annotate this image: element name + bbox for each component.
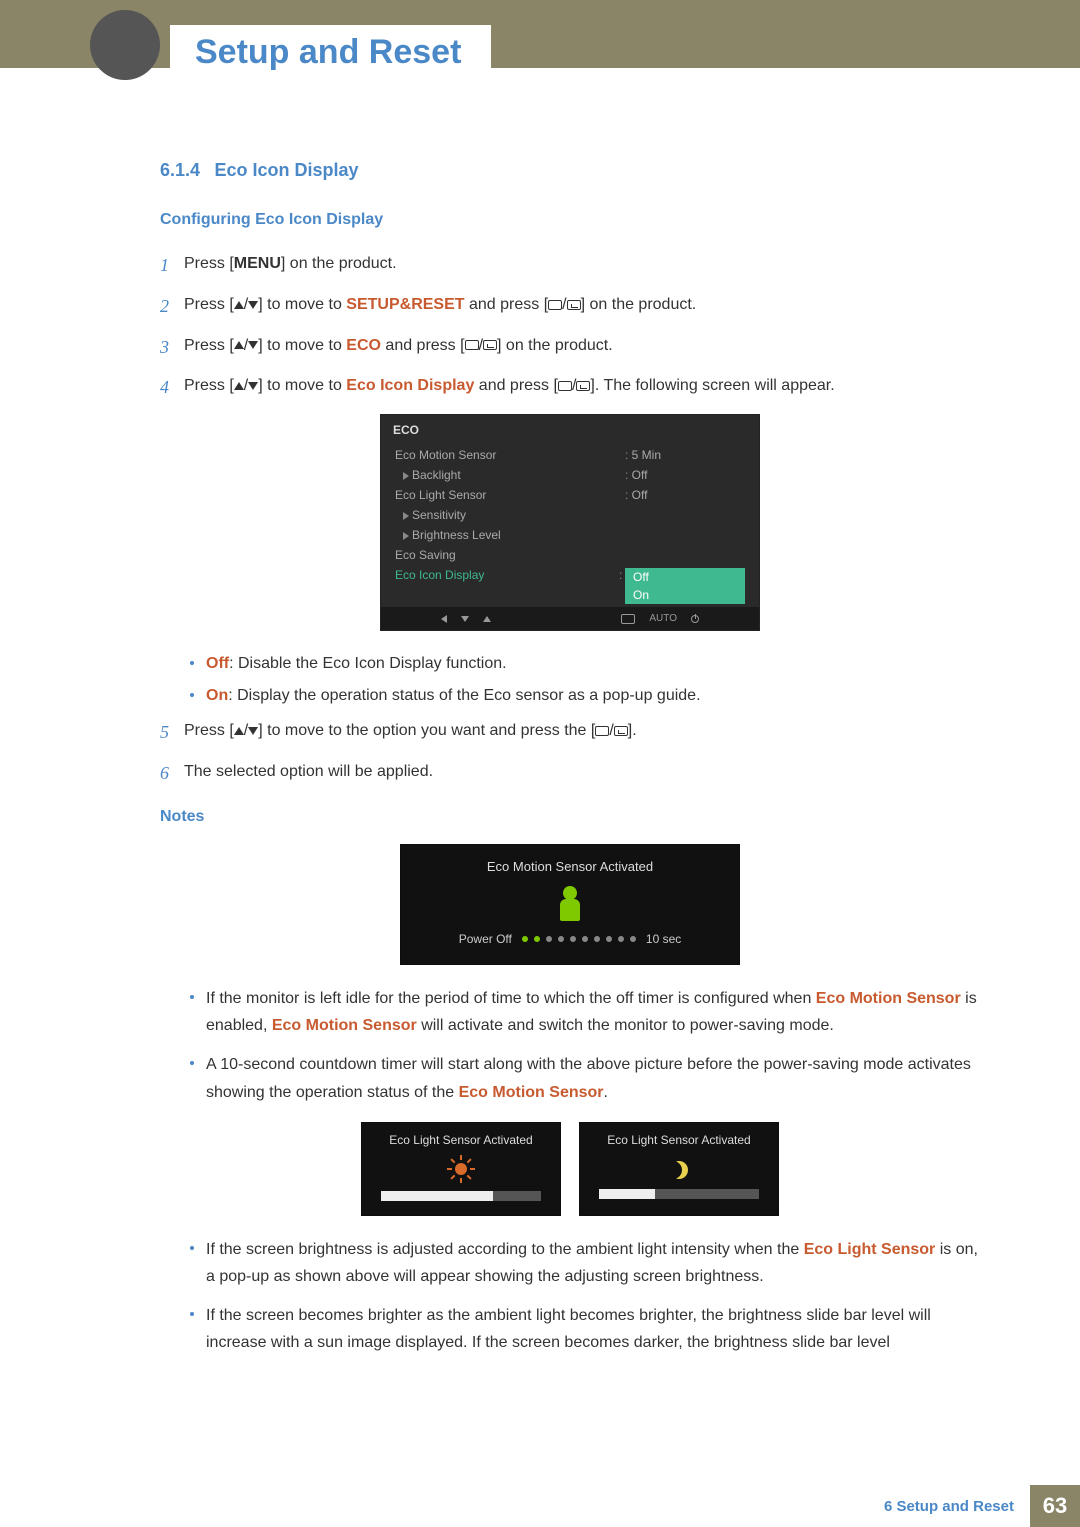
brightness-bar xyxy=(381,1191,541,1201)
left-icon xyxy=(441,615,447,623)
section-number: 6.1.4 xyxy=(160,160,200,180)
step-number: 4 xyxy=(160,373,184,402)
subheading: Configuring Eco Icon Display xyxy=(160,211,980,229)
osd-row-eco-saving: Eco Saving xyxy=(381,545,759,565)
step-2: 2 Press [/] to move to SETUP&RESET and p… xyxy=(160,292,980,321)
option-off: Off: Disable the Eco Icon Display functi… xyxy=(186,651,980,677)
step-number: 2 xyxy=(160,292,184,321)
light-popup-sun: Eco Light Sensor Activated xyxy=(361,1122,561,1216)
motion-popup: Eco Motion Sensor Activated Power Off 10… xyxy=(400,844,740,965)
osd-row-brightness: Brightness Level xyxy=(381,525,759,545)
step-3: 3 Press [/] to move to ECO and press [/]… xyxy=(160,333,980,362)
header: Setup and Reset xyxy=(0,0,1080,80)
source-enter-icon: / xyxy=(465,333,497,359)
moon-icon xyxy=(670,1161,688,1179)
step-number: 6 xyxy=(160,759,184,788)
osd-row-sensitivity: Sensitivity xyxy=(381,505,759,525)
note-bullet: If the screen brightness is adjusted acc… xyxy=(186,1236,980,1290)
option-list: Off: Disable the Eco Icon Display functi… xyxy=(186,651,980,708)
submenu-arrow-icon xyxy=(403,532,409,540)
page: Setup and Reset 6.1.4 Eco Icon Display C… xyxy=(0,0,1080,1527)
step-number: 3 xyxy=(160,333,184,362)
step-text: Press [/] to move to Eco Icon Display an… xyxy=(184,373,835,402)
steps-list-cont: 5 Press [/] to move to the option you wa… xyxy=(160,718,980,788)
notes-list-1: If the monitor is left idle for the peri… xyxy=(186,985,980,1106)
osd-dropdown: Off On xyxy=(625,568,745,604)
chapter-circle-icon xyxy=(90,10,160,80)
notes-heading: Notes xyxy=(160,808,980,826)
step-text: The selected option will be applied. xyxy=(184,759,433,788)
header-title: Setup and Reset xyxy=(170,25,491,80)
note-bullet: If the monitor is left idle for the peri… xyxy=(186,985,980,1039)
osd-row-eco-motion: Eco Motion Sensor5 Min xyxy=(381,445,759,465)
step-1: 1 Press [MENU] on the product. xyxy=(160,251,980,280)
footer-page-number: 63 xyxy=(1030,1485,1080,1527)
osd-row-backlight: BacklightOff xyxy=(381,465,759,485)
osd-option-off: Off xyxy=(625,568,745,586)
step-text: Press [/] to move to ECO and press [/] o… xyxy=(184,333,613,362)
note-bullet: A 10-second countdown timer will start a… xyxy=(186,1051,980,1105)
source-enter-icon: / xyxy=(595,718,627,744)
menu-key: MENU xyxy=(234,255,281,272)
footer-chapter: 6 Setup and Reset xyxy=(884,1498,1030,1515)
osd-row-eco-light: Eco Light SensorOff xyxy=(381,485,759,505)
submenu-arrow-icon xyxy=(403,512,409,520)
up-down-icon: / xyxy=(234,292,258,318)
step-6: 6 The selected option will be applied. xyxy=(160,759,980,788)
footer: 6 Setup and Reset 63 xyxy=(0,1485,1080,1527)
section-title: Eco Icon Display xyxy=(215,160,359,180)
osd-footer: AUTO xyxy=(381,607,759,630)
eco-keyword: ECO xyxy=(346,337,381,354)
brightness-bar xyxy=(599,1189,759,1199)
step-number: 5 xyxy=(160,718,184,747)
light-popup-moon: Eco Light Sensor Activated xyxy=(579,1122,779,1216)
light-popups: Eco Light Sensor Activated Eco Light Sen… xyxy=(160,1122,980,1216)
up-icon xyxy=(483,616,491,622)
source-enter-icon: / xyxy=(548,292,580,318)
setup-reset-keyword: SETUP&RESET xyxy=(346,296,464,313)
submenu-arrow-icon xyxy=(403,472,409,480)
power-icon xyxy=(691,615,699,623)
section-header: 6.1.4 Eco Icon Display xyxy=(160,160,980,181)
auto-label: AUTO xyxy=(649,613,677,624)
up-down-icon: / xyxy=(234,373,258,399)
osd-row-eco-icon-display: Eco Icon Display : Off On xyxy=(381,565,759,607)
up-down-icon: / xyxy=(234,718,258,744)
osd-menu-title: ECO xyxy=(381,415,759,445)
osd-option-on: On xyxy=(625,586,745,604)
notes-list-2: If the screen brightness is adjusted acc… xyxy=(186,1236,980,1357)
motion-popup-title: Eco Motion Sensor Activated xyxy=(419,859,721,874)
eco-icon-display-keyword: Eco Icon Display xyxy=(346,377,474,394)
step-text: Press [MENU] on the product. xyxy=(184,251,397,280)
light-popup-title: Eco Light Sensor Activated xyxy=(592,1133,766,1147)
content: 6.1.4 Eco Icon Display Configuring Eco I… xyxy=(160,160,980,1356)
person-icon xyxy=(559,886,581,920)
note-bullet: If the screen becomes brighter as the am… xyxy=(186,1302,980,1356)
source-enter-icon: / xyxy=(558,373,590,399)
up-down-icon: / xyxy=(234,333,258,359)
step-4: 4 Press [/] to move to Eco Icon Display … xyxy=(160,373,980,402)
down-icon xyxy=(461,616,469,622)
osd-menu: ECO Eco Motion Sensor5 Min BacklightOff … xyxy=(380,414,760,631)
sun-icon xyxy=(447,1155,475,1183)
source-icon xyxy=(621,614,635,624)
step-5: 5 Press [/] to move to the option you wa… xyxy=(160,718,980,747)
step-text: Press [/] to move to the option you want… xyxy=(184,718,637,747)
step-number: 1 xyxy=(160,251,184,280)
header-stripe xyxy=(0,0,1080,68)
light-popup-title: Eco Light Sensor Activated xyxy=(374,1133,548,1147)
steps-list: 1 Press [MENU] on the product. 2 Press [… xyxy=(160,251,980,402)
option-on: On: Display the operation status of the … xyxy=(186,683,980,709)
countdown-row: Power Off 10 sec xyxy=(419,932,721,946)
step-text: Press [/] to move to SETUP&RESET and pre… xyxy=(184,292,696,321)
